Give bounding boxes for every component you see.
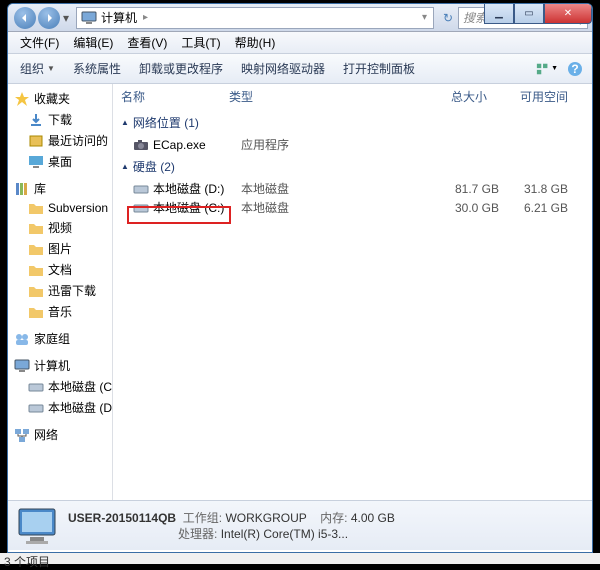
desktop-icon — [28, 155, 44, 169]
disk-icon — [28, 380, 44, 394]
computer-large-icon — [16, 506, 58, 546]
control-panel-button[interactable]: 打开控制面板 — [337, 58, 421, 79]
nav-history-dropdown[interactable]: ▾ — [60, 11, 72, 25]
folder-icon — [28, 284, 44, 298]
group-network-location[interactable]: ▲网络位置 (1) — [113, 110, 592, 135]
menu-file[interactable]: 文件(F) — [14, 32, 65, 53]
network-icon — [14, 428, 30, 442]
sidebar-favorites[interactable]: 收藏夹 — [8, 88, 112, 109]
sidebar-item-thunder[interactable]: 迅雷下载 — [8, 280, 112, 301]
col-free[interactable]: 可用空间 — [487, 88, 584, 105]
uninstall-button[interactable]: 卸载或更改程序 — [133, 58, 229, 79]
status-bar: 3 个项目 — [0, 553, 600, 564]
breadcrumb[interactable]: 计算机 — [101, 9, 137, 26]
col-type[interactable]: 类型 — [229, 88, 379, 105]
video-icon — [28, 221, 44, 235]
homegroup-icon — [14, 332, 30, 346]
computer-icon — [81, 11, 97, 25]
help-button[interactable]: ? — [564, 58, 586, 80]
menubar: 文件(F) 编辑(E) 查看(V) 工具(T) 帮助(H) — [8, 32, 592, 54]
svg-text:?: ? — [571, 62, 578, 76]
sidebar-item-documents[interactable]: 文档 — [8, 259, 112, 280]
back-button[interactable] — [14, 7, 36, 29]
sidebar-item-pictures[interactable]: 图片 — [8, 238, 112, 259]
music-icon — [28, 305, 44, 319]
recent-icon — [28, 134, 44, 148]
menu-help[interactable]: 帮助(H) — [229, 32, 282, 53]
view-mode-button[interactable]: ▼ — [536, 58, 558, 80]
disk-icon — [28, 401, 44, 415]
disk-icon — [133, 182, 149, 196]
disk-icon — [133, 201, 149, 215]
sidebar-computer[interactable]: 计算机 — [8, 355, 112, 376]
document-icon — [28, 263, 44, 277]
computer-icon — [14, 359, 30, 373]
toolbar: 组织▼ 系统属性 卸载或更改程序 映射网络驱动器 打开控制面板 ▼ ? — [8, 54, 592, 84]
maximize-button[interactable]: ▭ — [514, 4, 544, 24]
download-icon — [28, 113, 44, 127]
menu-edit[interactable]: 编辑(E) — [67, 32, 119, 53]
col-size[interactable]: 总大小 — [379, 88, 487, 105]
sidebar-item-subversion[interactable]: Subversion — [8, 199, 112, 217]
minimize-button[interactable]: ▁ — [484, 4, 514, 24]
folder-icon — [28, 201, 44, 215]
library-icon — [14, 182, 30, 196]
organize-button[interactable]: 组织▼ — [14, 58, 61, 79]
camera-icon — [133, 138, 149, 152]
list-item[interactable]: 本地磁盘 (D:) 本地磁盘 81.7 GB 31.8 GB — [113, 179, 592, 198]
picture-icon — [28, 242, 44, 256]
details-pane: USER-20150114QB 工作组: WORKGROUP 内存: 4.00 … — [8, 500, 592, 550]
forward-button[interactable] — [38, 7, 60, 29]
sidebar-network[interactable]: 网络 — [8, 424, 112, 445]
address-dropdown-icon[interactable]: ▾ — [420, 12, 429, 23]
sidebar: 收藏夹 下载 最近访问的 桌面 库 Subversion 视频 图片 文档 迅雷… — [8, 84, 113, 500]
close-button[interactable]: ✕ — [544, 4, 592, 24]
system-properties-button[interactable]: 系统属性 — [67, 58, 127, 79]
sidebar-item-disk-d[interactable]: 本地磁盘 (D — [8, 397, 112, 418]
menu-view[interactable]: 查看(V) — [121, 32, 173, 53]
refresh-button[interactable]: ↻ — [438, 11, 458, 25]
sidebar-libraries[interactable]: 库 — [8, 178, 112, 199]
star-icon — [14, 92, 30, 106]
titlebar: ▾ 计算机 ▸ ▾ ↻ 搜索 计算机 🔍 ▁ ▭ ✕ — [8, 4, 592, 32]
chevron-right-icon[interactable]: ▸ — [141, 12, 150, 23]
sidebar-item-recent[interactable]: 最近访问的 — [8, 130, 112, 151]
map-drive-button[interactable]: 映射网络驱动器 — [235, 58, 331, 79]
menu-tools[interactable]: 工具(T) — [175, 32, 226, 53]
explorer-window: ▾ 计算机 ▸ ▾ ↻ 搜索 计算机 🔍 ▁ ▭ ✕ 文件(F) 编辑(E) 查… — [7, 3, 593, 553]
sidebar-item-videos[interactable]: 视频 — [8, 217, 112, 238]
sidebar-item-music[interactable]: 音乐 — [8, 301, 112, 322]
col-name[interactable]: 名称 — [121, 88, 229, 105]
address-bar[interactable]: 计算机 ▸ ▾ — [76, 7, 434, 29]
group-hard-drives[interactable]: ▲硬盘 (2) — [113, 154, 592, 179]
sidebar-item-disk-c[interactable]: 本地磁盘 (C — [8, 376, 112, 397]
file-list: 名称 类型 总大小 可用空间 ▲网络位置 (1) ECap.exe 应用程序 ▲… — [113, 84, 592, 500]
column-headers[interactable]: 名称 类型 总大小 可用空间 — [113, 84, 592, 110]
list-item[interactable]: ECap.exe 应用程序 — [113, 135, 592, 154]
sidebar-item-downloads[interactable]: 下载 — [8, 109, 112, 130]
status-computer-name: USER-20150114QB — [68, 511, 176, 525]
list-item[interactable]: 本地磁盘 (C:) 本地磁盘 30.0 GB 6.21 GB — [113, 198, 592, 217]
sidebar-item-desktop[interactable]: 桌面 — [8, 151, 112, 172]
sidebar-homegroup[interactable]: 家庭组 — [8, 328, 112, 349]
